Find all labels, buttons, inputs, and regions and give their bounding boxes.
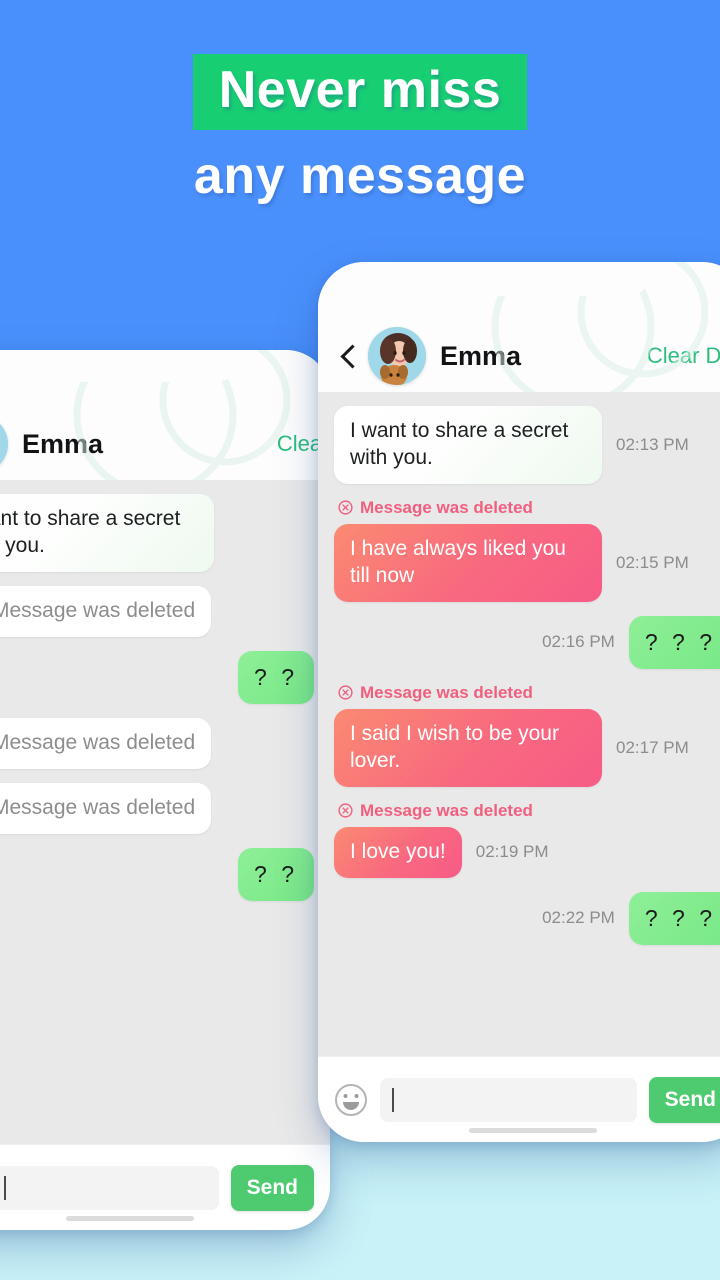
deleted-circle-x-icon xyxy=(338,685,353,701)
message-bubble-outgoing: ? ? ? xyxy=(628,891,720,945)
message-row: I love you! 02:19 PM xyxy=(334,826,720,878)
message-timestamp: 02:22 PM xyxy=(542,908,615,928)
send-button-back[interactable]: Send xyxy=(230,1164,314,1211)
home-indicator-back xyxy=(66,1216,194,1221)
deleted-text: Message was deleted xyxy=(0,795,196,819)
home-indicator-front xyxy=(469,1128,597,1133)
deleted-text: Message was deleted xyxy=(0,598,196,622)
avatar-back[interactable] xyxy=(0,415,8,473)
deleted-notice: Message was deleted xyxy=(338,683,720,703)
phone-notch-front xyxy=(417,262,649,296)
message-bubble-incoming: I want to share a secret with you. xyxy=(334,406,602,484)
headline-line-1-text: Never miss xyxy=(218,61,502,119)
message-row: ? ? xyxy=(0,847,314,902)
deleted-circle-x-icon xyxy=(338,500,353,515)
phone-notch-back xyxy=(23,350,237,382)
avatar-emma-icon xyxy=(368,327,426,385)
message-bubble-revealed: I love you! xyxy=(334,826,462,878)
deleted-notice-text: Message was deleted xyxy=(360,800,533,820)
text-caret xyxy=(4,1175,6,1200)
phone-mockup-back: Emma Clear Data I want to share a secret… xyxy=(0,350,330,1230)
message-bubble-outgoing: ? ? xyxy=(238,650,314,705)
deleted-notice: Message was deleted xyxy=(338,801,720,821)
message-row: Message was deleted xyxy=(0,718,314,769)
message-row: I want to share a secret with you. 02:13… xyxy=(334,406,720,484)
message-row: ? ? xyxy=(0,650,314,705)
headline-line-2-text: any message xyxy=(193,147,527,205)
message-row: 02:16 PM ? ? ? xyxy=(334,615,720,669)
message-list-front[interactable]: I want to share a secret with you. 02:13… xyxy=(318,392,720,1056)
message-bubble-outgoing: ? ? xyxy=(238,847,314,902)
message-row: Message was deleted xyxy=(0,782,314,834)
message-row: Message was deleted xyxy=(0,585,314,637)
clear-data-button-front[interactable]: Clear Data xyxy=(647,343,720,369)
contact-name-front: Emma xyxy=(440,340,522,371)
message-bubble-deleted: Message was deleted xyxy=(0,782,212,834)
message-bubble-deleted: Message was deleted xyxy=(0,718,212,769)
message-row: 02:22 PM ? ? ? xyxy=(334,891,720,945)
headline-line-1-highlight: Never miss xyxy=(192,54,528,130)
message-row: I said I wish to be your lover. 02:17 PM xyxy=(334,708,720,787)
message-row: I want to share a secret with you. xyxy=(0,494,314,572)
phone-mockup-front: Emma Clear Data I want to share a secret… xyxy=(318,262,720,1142)
deleted-notice-text: Message was deleted xyxy=(360,682,533,702)
contact-name-back: Emma xyxy=(22,428,104,459)
message-bubble-revealed: I have always liked you till now xyxy=(334,523,602,602)
message-bubble-incoming: I want to share a secret with you. xyxy=(0,494,214,572)
message-row: I have always liked you till now 02:15 P… xyxy=(334,523,720,602)
smiley-icon-front[interactable] xyxy=(334,1083,368,1117)
message-bubble-revealed: I said I wish to be your lover. xyxy=(334,708,602,787)
message-timestamp: 02:13 PM xyxy=(616,434,689,454)
back-button[interactable] xyxy=(338,346,358,366)
chat-screen-front: Emma Clear Data I want to share a secret… xyxy=(318,262,720,1142)
avatar-front[interactable] xyxy=(368,327,426,385)
message-input-front[interactable] xyxy=(380,1077,637,1122)
avatar-emma-icon xyxy=(0,424,8,464)
headline-line-2: any message xyxy=(0,150,720,202)
message-timestamp: 02:15 PM xyxy=(616,552,689,572)
deleted-circle-x-icon xyxy=(338,803,353,818)
text-caret xyxy=(392,1087,394,1112)
promo-headline: Never miss any message xyxy=(0,54,720,202)
deleted-notice-text: Message was deleted xyxy=(360,497,533,517)
message-input-back[interactable] xyxy=(0,1165,219,1210)
message-timestamp: 02:17 PM xyxy=(616,737,689,757)
message-timestamp: 02:19 PM xyxy=(475,842,549,862)
deleted-text: Message was deleted xyxy=(0,731,196,755)
chat-screen-back: Emma Clear Data I want to share a secret… xyxy=(0,350,330,1230)
message-list-back[interactable]: I want to share a secret with you. Messa… xyxy=(0,480,330,1144)
deleted-notice: Message was deleted xyxy=(338,498,720,518)
send-button-front[interactable]: Send xyxy=(648,1076,720,1123)
message-bubble-outgoing: ? ? ? xyxy=(628,615,720,669)
message-timestamp: 02:16 PM xyxy=(542,632,615,652)
message-bubble-deleted: Message was deleted xyxy=(0,585,212,637)
